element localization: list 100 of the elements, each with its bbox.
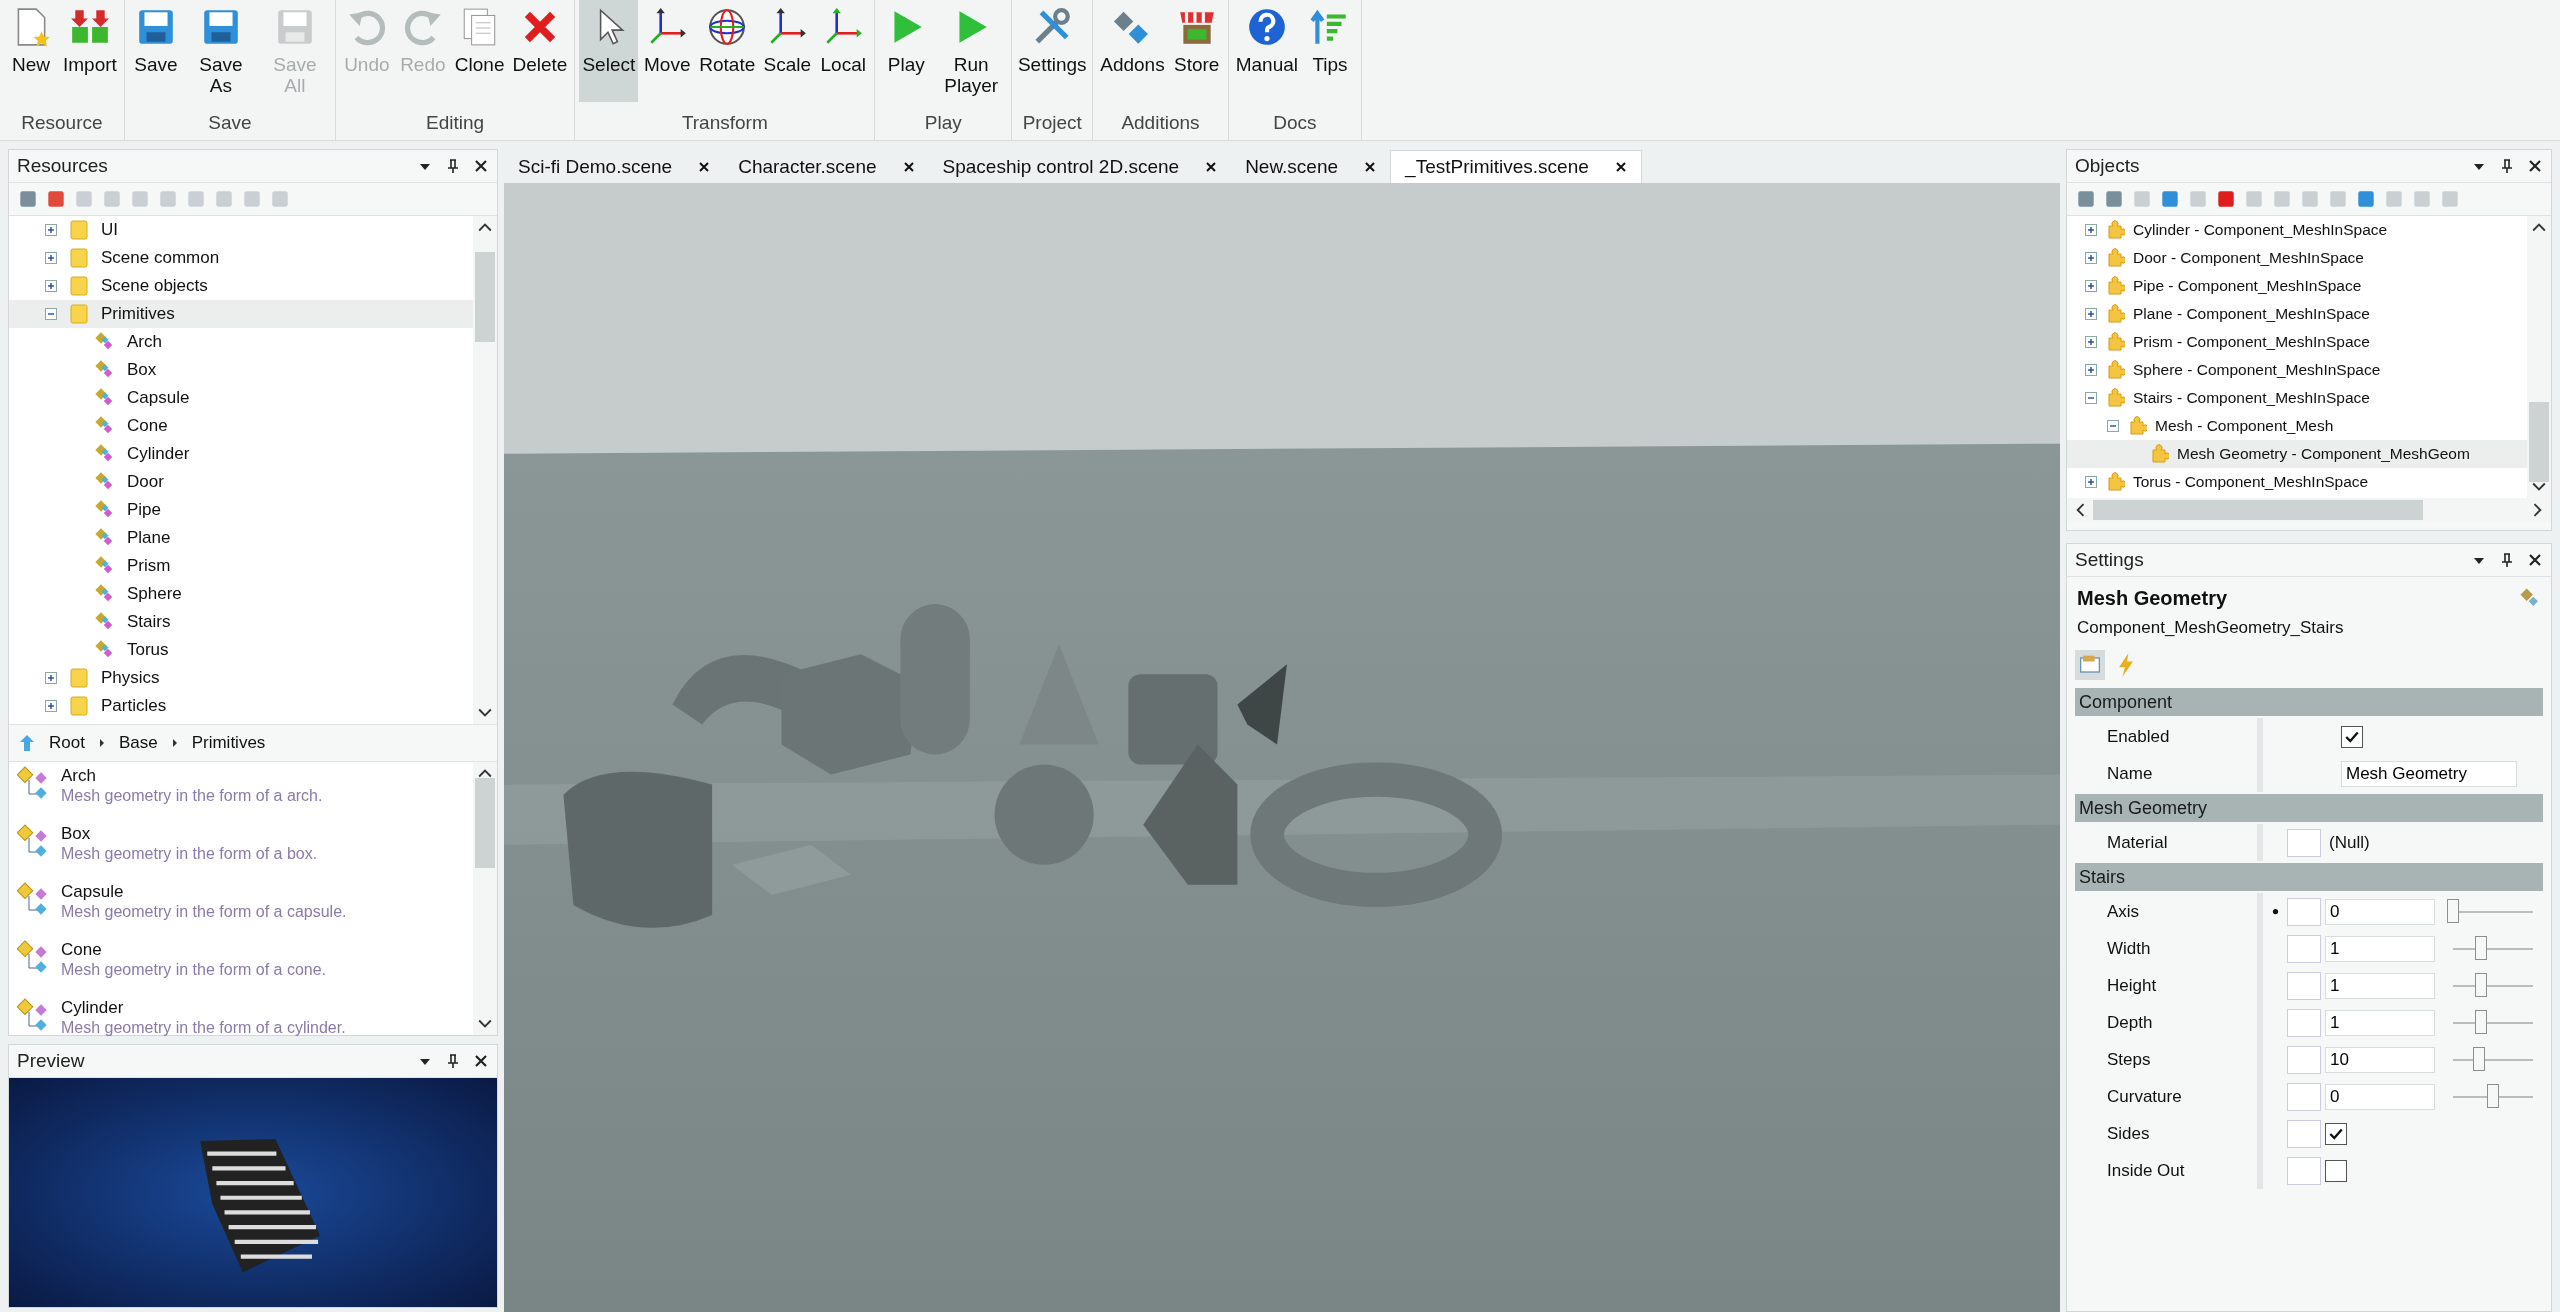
checkbox[interactable] <box>2341 725 2363 748</box>
tree-item[interactable]: Scene objects <box>9 272 473 300</box>
breadcrumb-link[interactable]: Base <box>118 733 158 753</box>
close-icon[interactable] <box>473 158 489 174</box>
slider-thumb[interactable] <box>2475 1009 2487 1034</box>
close-icon[interactable] <box>473 1053 489 1069</box>
close-icon[interactable] <box>1614 161 1627 173</box>
tree-item[interactable]: Sphere <box>9 580 473 608</box>
toolbar-button[interactable]: Store <box>1169 0 1224 102</box>
link-box[interactable] <box>2287 1082 2321 1111</box>
tree-item[interactable]: Cylinder <box>9 440 473 468</box>
resource-name[interactable]: Cylinder <box>61 998 346 1018</box>
slider-thumb[interactable] <box>2447 898 2459 923</box>
properties-icon[interactable] <box>2075 650 2105 680</box>
close-icon[interactable] <box>2527 158 2543 174</box>
slider-thumb[interactable] <box>2475 972 2487 997</box>
expand-icon[interactable] <box>2085 308 2097 320</box>
tree-item[interactable]: Mesh - Component_Mesh <box>2067 412 2527 440</box>
toolbar-button[interactable]: Move <box>640 0 695 102</box>
resource-name[interactable]: Box <box>61 824 318 844</box>
tree-item[interactable]: Door - Component_MeshInSpace <box>2067 244 2527 272</box>
tree-item[interactable]: Sphere - Component_MeshInSpace <box>2067 356 2527 384</box>
scroll-down-icon[interactable] <box>478 1019 492 1029</box>
tree-item[interactable]: Torus - Component_MeshInSpace <box>2067 468 2527 496</box>
pin-icon[interactable] <box>2499 552 2515 568</box>
tree-item[interactable]: Physics <box>9 664 473 692</box>
scroll-down-icon[interactable] <box>2532 482 2546 492</box>
slider-thumb[interactable] <box>2475 935 2487 960</box>
expand-icon[interactable] <box>45 224 57 236</box>
collapse-icon[interactable] <box>45 308 57 320</box>
toolbar-button[interactable]: New <box>4 0 58 102</box>
expand-icon[interactable] <box>45 672 57 684</box>
tree-item[interactable]: Mesh Geometry - Component_MeshGeom <box>2067 440 2527 468</box>
close-icon[interactable] <box>902 161 915 173</box>
tree-item[interactable]: Door <box>9 468 473 496</box>
tree-item[interactable]: Pipe <box>9 496 473 524</box>
link-box[interactable] <box>2287 828 2321 857</box>
expand-icon[interactable] <box>2085 224 2097 236</box>
tree-item[interactable]: Pipe - Component_MeshInSpace <box>2067 272 2527 300</box>
expand-icon[interactable] <box>2085 280 2097 292</box>
scroll-thumb[interactable] <box>2093 500 2423 520</box>
checkbox[interactable] <box>2325 1122 2347 1145</box>
scroll-up-icon[interactable] <box>2532 222 2546 232</box>
scroll-left-icon[interactable] <box>2075 503 2085 517</box>
toolbar-button[interactable]: Manual <box>1232 0 1301 102</box>
expand-icon[interactable] <box>45 252 57 264</box>
resource-name[interactable]: Capsule <box>61 882 347 902</box>
scroll-up-icon[interactable] <box>478 222 492 232</box>
tree-item[interactable]: Plane - Component_MeshInSpace <box>2067 300 2527 328</box>
number-field[interactable]: 1 <box>2325 972 2435 999</box>
scroll-thumb[interactable] <box>475 252 495 342</box>
number-field[interactable]: 0 <box>2325 898 2435 925</box>
scroll-up-icon[interactable] <box>478 768 492 778</box>
link-box[interactable] <box>2287 897 2321 926</box>
pin-icon[interactable] <box>445 1053 461 1069</box>
toolbar-button[interactable]: Clone <box>451 0 508 102</box>
tree-item[interactable]: Torus <box>9 636 473 664</box>
tree-item[interactable]: Particles <box>9 692 473 720</box>
name-field[interactable]: Mesh Geometry <box>2341 760 2517 787</box>
tree-item[interactable]: Prism - Component_MeshInSpace <box>2067 328 2527 356</box>
tree-item[interactable]: UI <box>9 216 473 244</box>
toolbar-button[interactable]: Play <box>879 0 934 102</box>
toolbar-button[interactable]: Save <box>128 0 183 102</box>
link-box[interactable] <box>2287 971 2321 1000</box>
toolbar-button[interactable]: Delete <box>509 0 571 102</box>
collapse-icon[interactable] <box>2107 420 2119 432</box>
scroll-right-icon[interactable] <box>2533 503 2543 517</box>
number-field[interactable]: 0 <box>2325 1083 2435 1110</box>
close-icon[interactable] <box>1205 161 1218 173</box>
expand-icon[interactable] <box>2085 336 2097 348</box>
pin-icon[interactable] <box>445 158 461 174</box>
tree-item[interactable]: Scene common <box>9 244 473 272</box>
number-field[interactable]: 1 <box>2325 1009 2435 1036</box>
breadcrumb-link[interactable]: Root <box>49 733 85 753</box>
tree-item[interactable]: Arch <box>9 328 473 356</box>
breadcrumb-link[interactable]: Primitives <box>191 733 266 753</box>
toolbar-button[interactable]: Save As <box>184 0 257 102</box>
link-box[interactable] <box>2287 1045 2321 1074</box>
tree-item[interactable]: Plane <box>9 524 473 552</box>
toolbar-button[interactable]: Run Player <box>935 0 1008 102</box>
tree-item[interactable]: Cylinder - Component_MeshInSpace <box>2067 216 2527 244</box>
tree-item[interactable]: Stairs - Component_MeshInSpace <box>2067 384 2527 412</box>
toolbar-button[interactable]: Settings <box>1016 0 1089 102</box>
document-tab[interactable]: _TestPrimitives.scene <box>1390 150 1642 183</box>
link-box[interactable] <box>2287 934 2321 963</box>
pin-icon[interactable] <box>2499 158 2515 174</box>
scrollbar[interactable] <box>2527 216 2551 498</box>
number-field[interactable]: 1 <box>2325 935 2435 962</box>
expand-icon[interactable] <box>2085 476 2097 488</box>
slider-thumb[interactable] <box>2487 1083 2499 1108</box>
toolbar-button[interactable]: Import <box>60 0 120 102</box>
reference-value[interactable]: (Null) <box>2329 832 2370 853</box>
tree-item[interactable]: Primitives <box>9 300 473 328</box>
expand-icon[interactable] <box>45 700 57 712</box>
toolbar-button[interactable]: Scale <box>760 0 815 102</box>
scroll-down-icon[interactable] <box>478 708 492 718</box>
tree-item[interactable]: Stairs <box>9 608 473 636</box>
resource-name[interactable]: Cone <box>61 940 326 960</box>
resource-name[interactable]: Arch <box>61 766 323 786</box>
scrollbar[interactable] <box>473 762 497 1035</box>
